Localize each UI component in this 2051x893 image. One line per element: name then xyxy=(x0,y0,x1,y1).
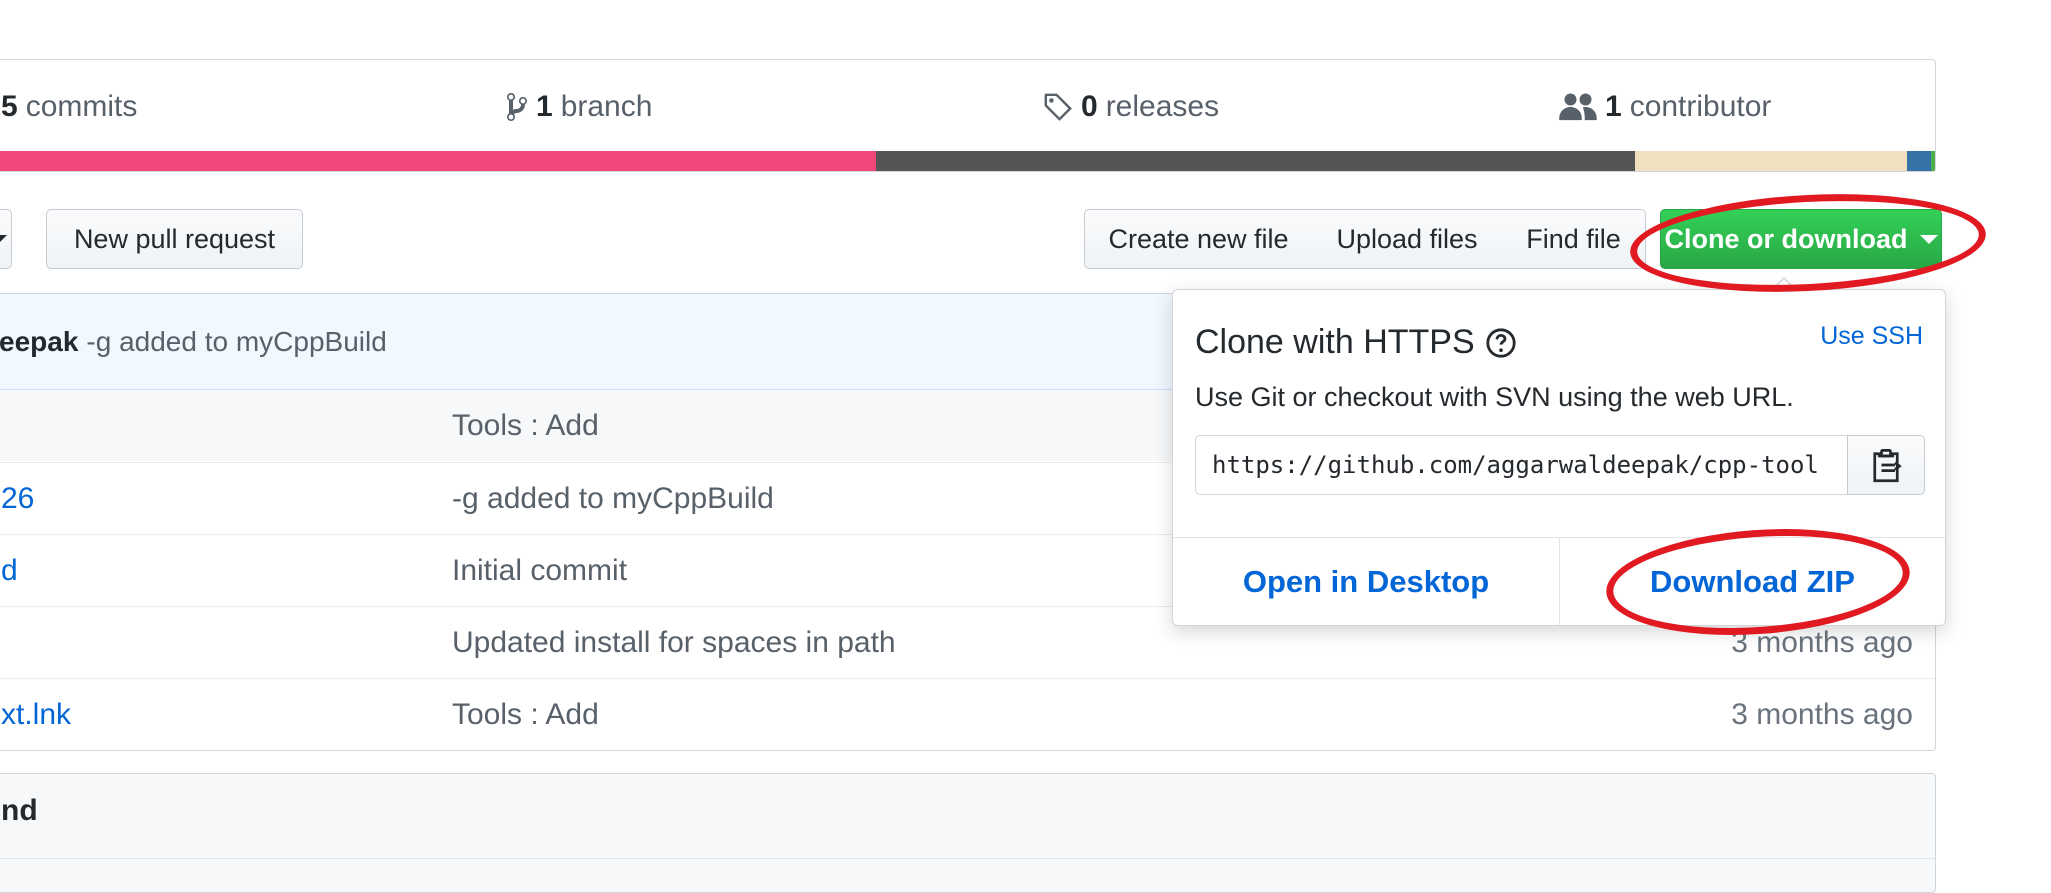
create-new-file-button[interactable]: Create new file xyxy=(1084,209,1313,269)
clipboard-icon xyxy=(1873,449,1902,483)
branch-count: 1 xyxy=(536,90,553,123)
copy-to-clipboard-button[interactable] xyxy=(1847,435,1925,495)
find-file-button[interactable]: Find file xyxy=(1502,209,1646,269)
clone-title: Clone with HTTPS xyxy=(1195,323,1517,362)
branch-label: branch xyxy=(560,90,653,123)
file-commit-message[interactable]: Tools : Add xyxy=(452,698,599,732)
file-commit-message[interactable]: Tools : Add xyxy=(452,409,599,443)
language-segment xyxy=(1635,151,1907,171)
clone-title-text: Clone with HTTPS xyxy=(1195,323,1475,361)
use-ssh-link[interactable]: Use SSH xyxy=(1820,322,1923,351)
commits-count: 5 xyxy=(1,90,18,123)
language-segment xyxy=(0,151,876,171)
file-age: 3 months ago xyxy=(1731,697,1913,731)
contributors-stat[interactable]: 1 contributor xyxy=(1559,90,1771,124)
annotation-circle xyxy=(1627,185,1989,301)
file-commit-message[interactable]: Updated install for spaces in path xyxy=(452,626,896,660)
new-pull-request-button[interactable]: New pull request xyxy=(46,209,303,269)
file-name[interactable]: xt.lnk xyxy=(1,698,71,732)
open-in-desktop-button[interactable]: Open in Desktop xyxy=(1173,538,1559,625)
file-name[interactable]: d xyxy=(1,554,18,588)
table-row: xt.lnk Tools : Add 3 months ago xyxy=(0,678,1935,750)
upload-files-button[interactable]: Upload files xyxy=(1312,209,1503,269)
file-commit-message[interactable]: Initial commit xyxy=(452,554,627,588)
contributor-count: 1 xyxy=(1605,90,1622,123)
clone-url-input[interactable]: https://github.com/aggarwaldeepak/cpp-to… xyxy=(1195,435,1847,495)
branch-select-button[interactable] xyxy=(0,209,12,269)
releases-count: 0 xyxy=(1081,90,1098,123)
file-name[interactable]: 26 xyxy=(1,482,34,516)
chevron-down-icon xyxy=(0,234,7,244)
repo-summary: 5 commits 1 branch 0 releases 1 contribu… xyxy=(0,59,1936,172)
readme-title: nd xyxy=(1,794,38,827)
clone-description: Use Git or checkout with SVN using the w… xyxy=(1195,382,1794,412)
file-commit-message[interactable]: -g added to myCppBuild xyxy=(452,482,774,516)
commits-stat[interactable]: 5 commits xyxy=(1,90,137,124)
language-segment xyxy=(876,151,1635,171)
people-icon xyxy=(1559,93,1597,121)
releases-stat[interactable]: 0 releases xyxy=(1043,90,1219,124)
commit-author[interactable]: eepak xyxy=(0,326,78,358)
releases-label: releases xyxy=(1105,90,1220,123)
tag-icon xyxy=(1044,93,1072,121)
language-segment xyxy=(1931,151,1935,171)
divider xyxy=(0,858,1935,859)
git-branch-icon xyxy=(507,92,527,121)
language-bar[interactable] xyxy=(0,151,1935,171)
branch-stat[interactable]: 1 branch xyxy=(506,90,652,124)
contributor-label: contributor xyxy=(1629,90,1772,123)
commits-label: commits xyxy=(25,90,138,123)
commit-message[interactable]: -g added to myCppBuild xyxy=(86,326,386,358)
language-segment xyxy=(1907,151,1931,171)
readme-box: nd xyxy=(0,773,1936,893)
question-icon[interactable] xyxy=(1485,327,1517,359)
